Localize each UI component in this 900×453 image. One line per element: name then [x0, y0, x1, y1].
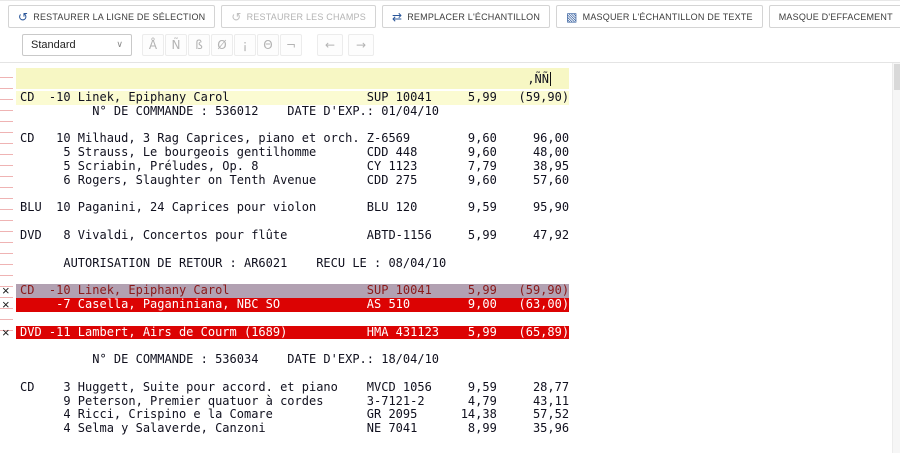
text-cursor	[550, 72, 551, 86]
scrollbar-thumb[interactable]	[894, 64, 900, 90]
special-char-button-theta[interactable]: Θ	[257, 34, 279, 56]
replace-sample-icon: ⇄	[392, 11, 402, 23]
order-item-row[interactable]: CD -10 Linek, Epiphany Carol SUP 10041 5…	[16, 284, 569, 298]
order-item-row[interactable]: 4 Selma y Salaverde, Canzoni NE 7041 8,9…	[16, 422, 569, 436]
blank-row	[16, 119, 569, 133]
order-item-row[interactable]: DVD 8 Vivaldi, Concertos pour flûte ABTD…	[16, 229, 569, 243]
style-select[interactable]: Standard ∨	[22, 34, 132, 56]
field-editor[interactable]: ,ÑÑ	[16, 68, 569, 89]
restore-selection-line-label: RESTAURER LA LIGNE DE SÉLECTION	[33, 12, 205, 22]
order-item-row[interactable]: 4 Ricci, Crispino e la Comare GR 2095 14…	[16, 408, 569, 422]
field-editor-value: ,ÑÑ	[527, 72, 549, 86]
order-item-row[interactable]: 5 Strauss, Le bourgeois gentilhomme CDD …	[16, 146, 569, 160]
deleted-row-marker: ×	[2, 298, 10, 312]
order-item-row[interactable]: DVD -11 Lambert, Airs de Courm (1689) HM…	[16, 326, 569, 340]
special-char-button-eszett[interactable]: ß	[188, 34, 210, 56]
special-char-button-o-slash[interactable]: Ø	[211, 34, 233, 56]
blank-row	[16, 339, 569, 353]
blank-row	[16, 312, 569, 326]
blank-row	[16, 367, 569, 381]
order-info-row[interactable]: N° DE COMMANDE : 536012 DATE D'EXP.: 01/…	[16, 105, 569, 119]
character-toolbar: Standard ∨ Å Ñ ß Ø ¡ Θ ¬ ← →	[22, 34, 374, 56]
special-char-button-inverted-exclamation[interactable]: ¡	[234, 34, 256, 56]
replace-sample-button[interactable]: ⇄ REMPLACER L'ÉCHANTILLON	[382, 5, 550, 28]
order-item-row[interactable]: BLU 10 Paganini, 24 Caprices pour violon…	[16, 201, 569, 215]
blank-row	[16, 188, 569, 202]
erase-mask-dropdown-button[interactable]: MASQUE D'EFFACEMENT ∨	[769, 5, 900, 28]
mask-text-sample-label: MASQUER L'ÉCHANTILLON DE TEXTE	[583, 12, 753, 22]
order-item-row[interactable]: CD 10 Milhaud, 3 Rag Caprices, piano et …	[16, 132, 569, 146]
restore-selection-line-button[interactable]: ↺ RESTAURER LA LIGNE DE SÉLECTION	[8, 5, 215, 28]
main-toolbar: ↺ RESTAURER LA LIGNE DE SÉLECTION ↺ REST…	[8, 5, 900, 28]
special-char-button-not-sign[interactable]: ¬	[280, 34, 302, 56]
deleted-row-marker: ×	[2, 326, 10, 340]
document-lines: CD -10 Linek, Epiphany Carol SUP 10041 5…	[16, 91, 569, 436]
order-item-row[interactable]: 9 Peterson, Premier quatuor à cordes 3-7…	[16, 395, 569, 409]
order-item-row[interactable]: 6 Rogers, Slaughter on Tenth Avenue CDD …	[16, 174, 569, 188]
vertical-scrollbar[interactable]	[892, 63, 900, 453]
blank-row	[16, 243, 569, 257]
restore-fields-label: RESTAURER LES CHAMPS	[247, 12, 366, 22]
deleted-row-marker: ×	[2, 284, 10, 298]
restore-fields-button[interactable]: ↺ RESTAURER LES CHAMPS	[221, 5, 376, 28]
order-info-row[interactable]: N° DE COMMANDE : 536034 DATE D'EXP.: 18/…	[16, 353, 569, 367]
delete-markers: ×××	[2, 91, 16, 451]
order-item-row[interactable]: -7 Casella, Paganiniana, NBC SO AS 510 9…	[16, 298, 569, 312]
verification-window: ↺ RESTAURER LA LIGNE DE SÉLECTION ↺ REST…	[0, 0, 900, 453]
replace-sample-label: REMPLACER L'ÉCHANTILLON	[407, 12, 540, 22]
order-item-row[interactable]: CD -10 Linek, Epiphany Carol SUP 10041 5…	[16, 91, 569, 105]
special-char-button-a-ring[interactable]: Å	[142, 34, 164, 56]
style-select-value: Standard	[31, 39, 76, 51]
chevron-down-icon: ∨	[116, 40, 123, 50]
order-item-row[interactable]: CD 3 Huggett, Suite pour accord. et pian…	[16, 381, 569, 395]
restore-fields-icon: ↺	[231, 11, 241, 23]
order-info-row[interactable]: AUTORISATION DE RETOUR : AR6021 RECU LE …	[16, 257, 569, 271]
restore-line-icon: ↺	[18, 11, 28, 23]
erase-mask-label: MASQUE D'EFFACEMENT	[779, 12, 893, 22]
order-item-row[interactable]: 5 Scriabin, Préludes, Op. 8 CY 1123 7,79…	[16, 160, 569, 174]
arrow-right-button[interactable]: →	[348, 34, 374, 56]
mask-text-sample-button[interactable]: ▧ MASQUER L'ÉCHANTILLON DE TEXTE	[556, 5, 763, 28]
arrow-left-button[interactable]: ←	[317, 34, 343, 56]
blank-row	[16, 270, 569, 284]
mask-sample-icon: ▧	[566, 11, 578, 23]
toolbar-divider	[0, 62, 900, 63]
special-char-button-n-tilde[interactable]: Ñ	[165, 34, 187, 56]
blank-row	[16, 215, 569, 229]
